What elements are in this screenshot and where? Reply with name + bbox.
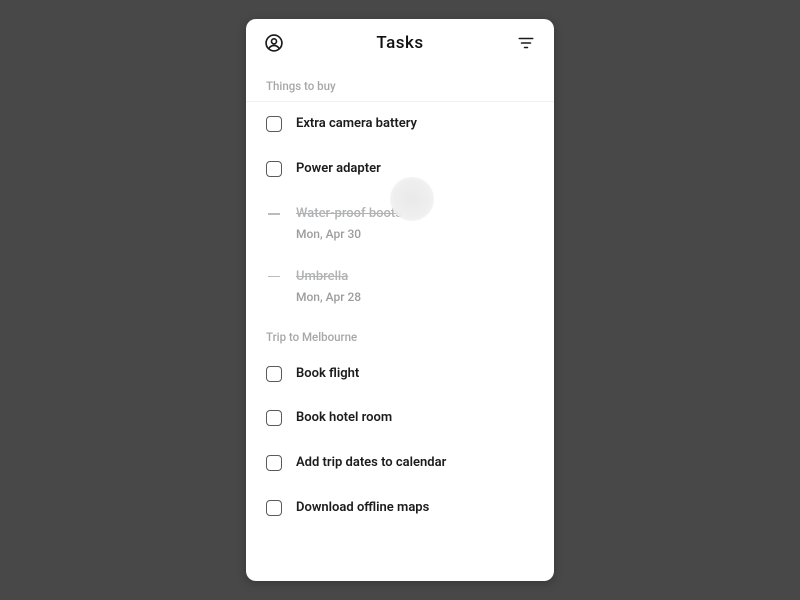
task-body: Power adapter	[296, 161, 534, 178]
completed-dash-icon	[266, 206, 282, 222]
task-row[interactable]: Add trip dates to calendar	[246, 441, 554, 486]
app-window: Tasks Things to buy Extra camera battery…	[246, 19, 554, 581]
task-body: Umbrella Mon, Apr 28	[296, 269, 534, 304]
task-body: Book hotel room	[296, 410, 534, 427]
task-body: Download offline maps	[296, 500, 534, 517]
task-row[interactable]: Water-proof boots Mon, Apr 30	[246, 192, 554, 255]
checkbox-icon[interactable]	[266, 455, 282, 471]
filter-icon[interactable]	[514, 31, 538, 55]
task-label: Umbrella	[296, 269, 534, 286]
task-label: Book flight	[296, 366, 534, 383]
app-header: Tasks	[246, 19, 554, 67]
task-row[interactable]: Download offline maps	[246, 486, 554, 531]
task-body: Extra camera battery	[296, 116, 534, 133]
task-label: Add trip dates to calendar	[296, 455, 534, 472]
task-row[interactable]: Extra camera battery	[246, 102, 554, 147]
task-label: Water-proof boots	[296, 206, 534, 223]
task-label: Download offline maps	[296, 500, 534, 517]
task-body: Add trip dates to calendar	[296, 455, 534, 472]
task-body: Book flight	[296, 366, 534, 383]
checkbox-icon[interactable]	[266, 500, 282, 516]
checkbox-icon[interactable]	[266, 410, 282, 426]
section-header: Things to buy	[246, 67, 554, 102]
task-label: Book hotel room	[296, 410, 534, 427]
task-row[interactable]: Book flight	[246, 352, 554, 397]
checkbox-icon[interactable]	[266, 366, 282, 382]
checkbox-icon[interactable]	[266, 116, 282, 132]
task-body: Water-proof boots Mon, Apr 30	[296, 206, 534, 241]
task-label: Extra camera battery	[296, 116, 534, 133]
checkbox-icon[interactable]	[266, 161, 282, 177]
account-icon[interactable]	[262, 31, 286, 55]
task-date: Mon, Apr 30	[296, 227, 534, 241]
task-row[interactable]: Umbrella Mon, Apr 28	[246, 255, 554, 318]
task-row[interactable]: Book hotel room	[246, 396, 554, 441]
task-row[interactable]: Power adapter	[246, 147, 554, 192]
completed-dash-icon	[266, 269, 282, 285]
section-header: Trip to Melbourne	[246, 318, 554, 352]
task-date: Mon, Apr 28	[296, 290, 534, 304]
task-list: Things to buy Extra camera battery Power…	[246, 67, 554, 581]
task-label: Power adapter	[296, 161, 534, 178]
page-title: Tasks	[246, 33, 554, 53]
